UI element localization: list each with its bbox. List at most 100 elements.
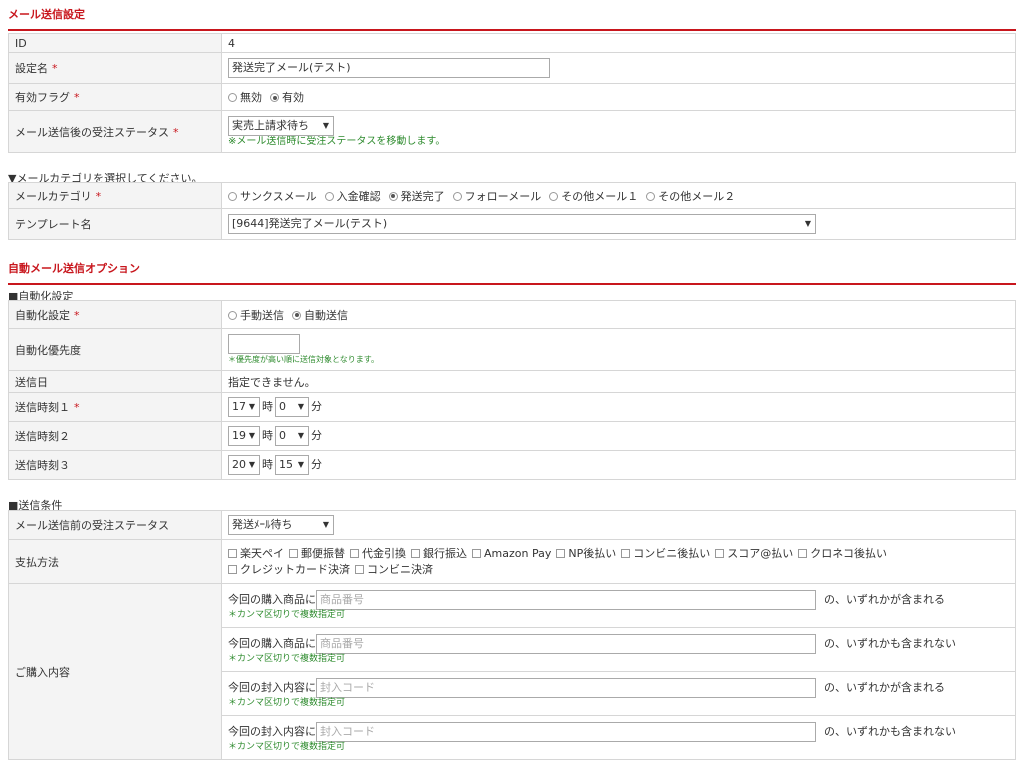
checkbox-icon	[621, 548, 631, 558]
category-option-label: その他メール２	[658, 189, 736, 203]
category-radio-other2[interactable]: その他メール２	[646, 188, 735, 204]
row-purchase-1: ご購入内容 今回の購入商品に 商品番号 の、いずれかが含まれる ＊カンマ区切りで複数…	[8, 583, 1016, 760]
send-date-value: 指定できません。	[221, 370, 1016, 393]
payment-checkbox-kuroneko[interactable]: クロネコ後払い	[798, 546, 887, 562]
row-send-date: 送信日 指定できません。	[8, 370, 1016, 393]
category-radio-other1[interactable]: その他メール１	[549, 188, 638, 204]
row-before-status: メール送信前の受注ステータス 発送ﾒｰﾙ待ち ▼	[8, 510, 1016, 540]
hour-select-3[interactable]: 20 ▼	[228, 455, 260, 475]
minute-value: 0	[279, 429, 286, 442]
active-flag-label: 有効フラグ	[15, 91, 70, 104]
purchase-cell-4: 今回の封入内容に 封入コード の、いずれかも含まれない ＊カンマ区切りで複数指定可	[221, 715, 1016, 760]
dropdown-arrow-icon: ▼	[248, 431, 255, 440]
comma-note: ＊カンマ区切りで複数指定可	[228, 698, 346, 708]
setting-name-label-cell: 設定名 *	[8, 52, 222, 84]
auto-radio-manual[interactable]: 手動送信	[228, 307, 284, 323]
setting-name-input[interactable]: 発送完了メール(テスト)	[228, 58, 550, 78]
before-status-select[interactable]: 発送ﾒｰﾙ待ち ▼	[228, 515, 334, 535]
send-time-1-label-cell: 送信時刻１ *	[8, 392, 222, 422]
payment-checkbox-rakutenpay[interactable]: 楽天ペイ	[228, 546, 284, 562]
hour-select-2[interactable]: 19 ▼	[228, 426, 260, 446]
payment-method-cell: 楽天ペイ 郵便振替 代金引換 銀行振込 Amazon Pay NP後払い コンビニ後払い スコ…	[221, 539, 1016, 584]
payment-option-label: Amazon Pay	[484, 546, 552, 560]
payment-option-label: スコア@払い	[727, 546, 794, 560]
payment-option-label: コンビニ決済	[367, 562, 433, 576]
priority-cell: ＊優先度が高い順に送信対象となります。	[221, 328, 1016, 371]
radio-icon	[324, 191, 334, 201]
required-mark: *	[74, 401, 80, 414]
payment-option-label: クロネコ後払い	[810, 546, 887, 560]
automation-label-cell: 自動化設定 *	[8, 300, 222, 329]
comma-note: ＊カンマ区切りで複数指定可	[228, 742, 346, 752]
flag-option-label: 無効	[240, 91, 262, 104]
purchase-suffix: の、いずれかが含まれる	[824, 593, 945, 606]
enclosure-code-input[interactable]: 封入コード	[316, 678, 816, 698]
flag-radio-enabled[interactable]: 有効	[270, 89, 304, 105]
minute-select-3[interactable]: 15 ▼	[275, 455, 309, 475]
row-id: ID 4	[8, 33, 1016, 53]
send-time-3-cell: 20 ▼ 時 15 ▼ 分	[221, 450, 1016, 480]
checkbox-icon	[289, 548, 298, 558]
section-title-auto-options: 自動メール送信オプション	[8, 260, 1016, 285]
product-number-input[interactable]: 商品番号	[316, 590, 816, 610]
required-mark: *	[74, 91, 80, 104]
payment-option-label: コンビニ後払い	[633, 546, 711, 560]
template-select[interactable]: [9644]発送完了メール(テスト) ▼	[228, 214, 816, 234]
minute-unit: 分	[311, 400, 322, 413]
auto-radio-auto[interactable]: 自動送信	[292, 307, 348, 323]
enclosure-code-exclude-input[interactable]: 封入コード	[316, 722, 816, 742]
minute-value: 15	[279, 458, 293, 471]
payment-checkbox-bank[interactable]: 銀行振込	[411, 546, 467, 562]
minute-select-1[interactable]: 0 ▼	[275, 397, 309, 417]
purchase-prefix: 今回の購入商品に	[228, 637, 316, 650]
after-status-selected: 実売上請求待ち	[232, 119, 309, 132]
flag-option-label: 有効	[282, 91, 304, 104]
automation-cell: 手動送信 自動送信	[221, 300, 1016, 329]
minute-select-2[interactable]: 0 ▼	[275, 426, 309, 446]
payment-checkbox-cod[interactable]: 代金引換	[350, 546, 406, 562]
category-radio-follow[interactable]: フォローメール	[452, 188, 542, 204]
payment-checkbox-conveni-post[interactable]: コンビニ後払い	[621, 546, 710, 562]
auto-option-label: 手動送信	[240, 308, 284, 322]
dropdown-arrow-icon: ▼	[248, 460, 255, 469]
payment-checkbox-postal[interactable]: 郵便振替	[289, 546, 345, 562]
automation-label: 自動化設定	[15, 308, 70, 322]
payment-checkbox-credit[interactable]: クレジットカード決済	[228, 562, 350, 578]
category-radio-shipped[interactable]: 発送完了	[388, 188, 445, 204]
hour-unit: 時	[262, 400, 273, 413]
hour-value: 20	[232, 458, 246, 471]
comma-note: ＊カンマ区切りで複数指定可	[228, 654, 346, 664]
payment-checkbox-np[interactable]: NP後払い	[556, 546, 616, 562]
setting-name-label: 設定名	[15, 62, 48, 75]
category-radio-payment[interactable]: 入金確認	[324, 188, 381, 204]
before-status-cell: 発送ﾒｰﾙ待ち ▼	[221, 510, 1016, 540]
payment-checkbox-conveni[interactable]: コンビニ決済	[355, 562, 433, 578]
dropdown-arrow-icon: ▼	[297, 402, 304, 411]
purchase-suffix: の、いずれかが含まれる	[824, 681, 945, 694]
category-option-label: フォローメール	[464, 189, 542, 203]
dropdown-arrow-icon: ▼	[804, 219, 811, 228]
minute-unit: 分	[311, 429, 322, 442]
priority-input[interactable]	[228, 334, 300, 354]
before-status-label: メール送信前の受注ステータス	[8, 510, 222, 540]
comma-note: ＊カンマ区切りで複数指定可	[228, 610, 346, 620]
product-number-exclude-input[interactable]: 商品番号	[316, 634, 816, 654]
radio-checked-icon	[292, 310, 301, 320]
mail-category-cell: サンクスメール 入金確認 発送完了 フォローメール その他メール１ その他メール２	[221, 182, 1016, 209]
payment-checkbox-amazonpay[interactable]: Amazon Pay	[472, 546, 551, 562]
category-radio-thanks[interactable]: サンクスメール	[228, 188, 317, 204]
id-label: ID	[8, 33, 222, 53]
payment-checkbox-score[interactable]: スコア@払い	[715, 546, 793, 562]
hour-select-1[interactable]: 17 ▼	[228, 397, 260, 417]
after-status-cell: 実売上請求待ち ▼ ※メール送信時に受注ステータスを移動します。	[221, 110, 1016, 153]
payment-option-label: NP後払い	[568, 546, 617, 560]
dropdown-arrow-icon: ▼	[322, 121, 329, 130]
flag-radio-disabled[interactable]: 無効	[228, 89, 262, 105]
radio-checked-icon	[270, 93, 279, 102]
radio-icon	[228, 191, 237, 201]
checkbox-icon	[350, 548, 359, 558]
checkbox-icon	[228, 564, 237, 574]
send-time-2-label: 送信時刻２	[8, 421, 222, 451]
after-status-select[interactable]: 実売上請求待ち ▼	[228, 116, 334, 136]
send-time-1-label: 送信時刻１	[15, 401, 70, 414]
